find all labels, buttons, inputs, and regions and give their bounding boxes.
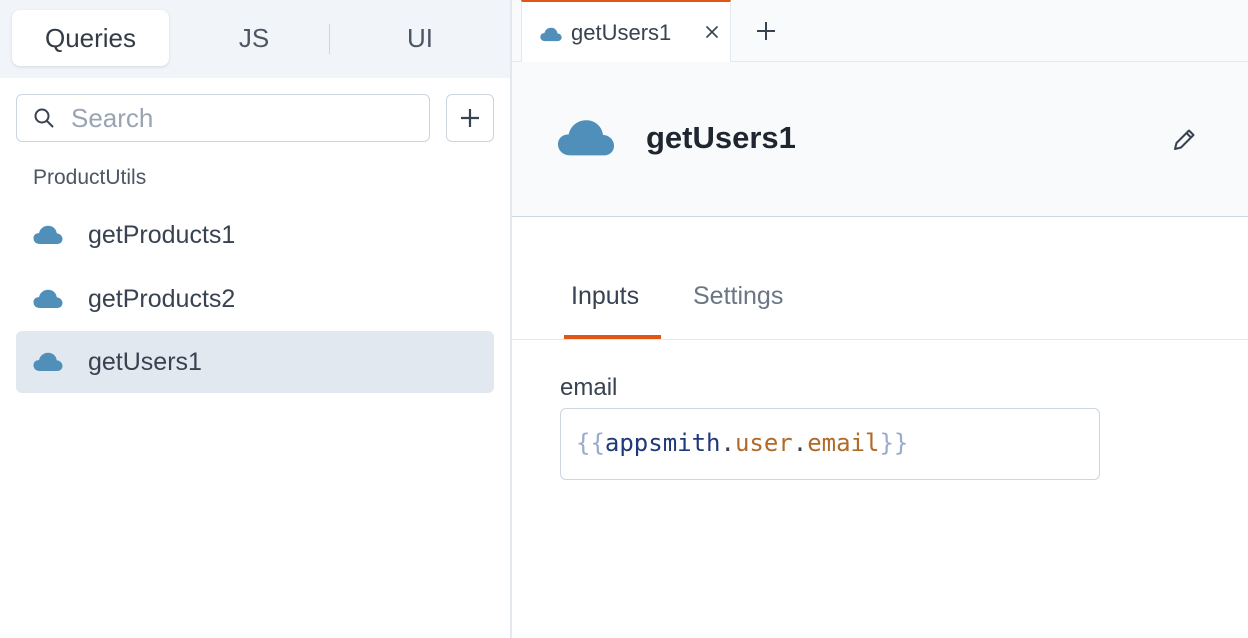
left-panel: Queries JS UI ProductUtils getProducts1 … xyxy=(0,0,511,638)
search-icon xyxy=(34,108,54,128)
close-tab-button[interactable] xyxy=(702,22,722,42)
list-item-getproducts2[interactable]: getProducts2 xyxy=(16,268,494,330)
active-tab-indicator xyxy=(564,335,661,339)
tab-getusers1[interactable]: getUsers1 xyxy=(521,0,731,62)
editor-tab-bar: getUsers1 xyxy=(512,0,1248,62)
segment-queries[interactable]: Queries xyxy=(12,10,169,66)
query-header: getUsers1 xyxy=(512,62,1248,217)
email-field-label: email xyxy=(560,374,618,401)
cloud-icon xyxy=(33,225,63,244)
cloud-icon xyxy=(557,120,615,156)
search-box xyxy=(16,94,430,142)
search-input[interactable] xyxy=(71,101,411,135)
cloud-icon xyxy=(540,27,562,42)
pencil-icon[interactable] xyxy=(1170,126,1198,154)
list-item-label: getUsers1 xyxy=(88,347,202,376)
plus-icon xyxy=(757,22,775,40)
cloud-icon xyxy=(33,289,63,308)
plus-icon xyxy=(461,109,479,127)
tab-inputs[interactable]: Inputs xyxy=(571,282,639,311)
segment-divider xyxy=(329,24,330,54)
sub-tab-bar: Inputs Settings xyxy=(512,262,1248,340)
page-title: getUsers1 xyxy=(646,120,796,155)
tab-label: getUsers1 xyxy=(571,20,672,45)
new-tab-button[interactable] xyxy=(749,14,783,48)
add-query-button[interactable] xyxy=(446,94,494,142)
list-item-getproducts1[interactable]: getProducts1 xyxy=(16,204,494,266)
close-icon xyxy=(705,25,719,39)
email-field[interactable]: {{appsmith.user.email}} xyxy=(560,408,1100,480)
segment-control: Queries JS UI xyxy=(0,0,511,78)
editor-panel: getUsers1 getUsers1 Inputs Settings emai… xyxy=(512,0,1248,638)
segment-ui[interactable]: UI xyxy=(340,10,500,66)
tab-settings[interactable]: Settings xyxy=(693,282,783,311)
code-value: {{appsmith.user.email}} xyxy=(576,429,909,457)
list-item-label: getProducts2 xyxy=(88,284,236,313)
list-item-getusers1[interactable]: getUsers1 xyxy=(16,331,494,393)
cloud-icon xyxy=(33,352,63,371)
group-label: ProductUtils xyxy=(33,166,147,189)
segment-js[interactable]: JS xyxy=(178,10,330,66)
list-item-label: getProducts1 xyxy=(88,220,236,249)
